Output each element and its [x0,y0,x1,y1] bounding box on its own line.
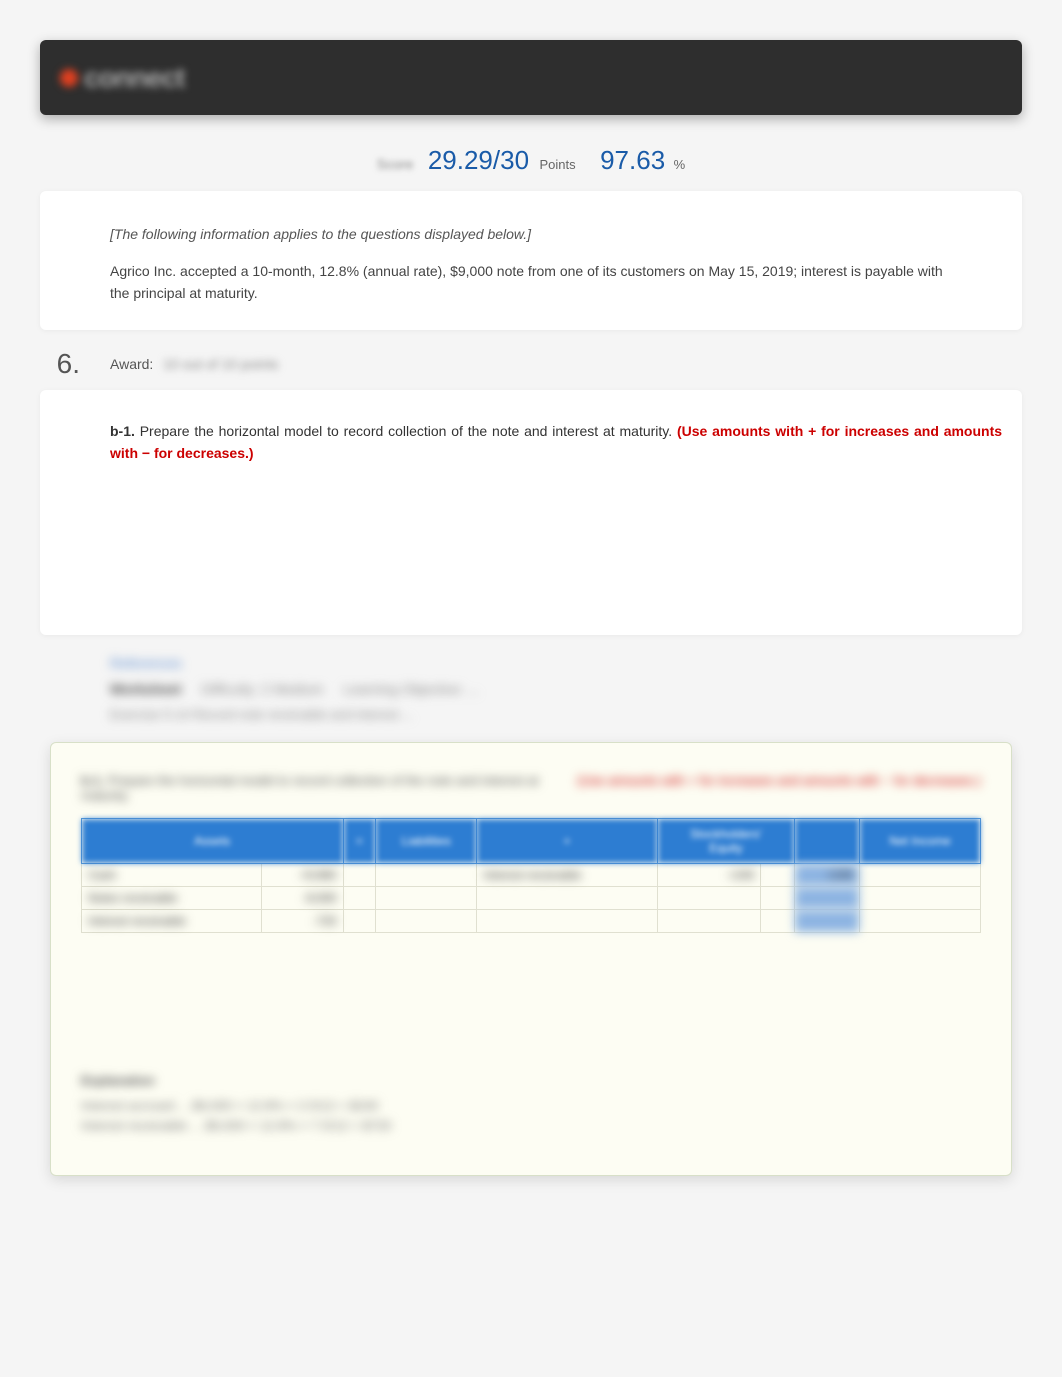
col-divider [795,818,860,864]
question-header-row: 6. Award: 10 out of 10 points [40,348,1022,380]
question-part: b-1. [110,423,135,439]
scenario-panel: [The following information applies to th… [40,191,1022,330]
references-link[interactable]: References [110,655,182,671]
answer-header: b-1. Prepare the horizontal model to rec… [81,773,981,803]
question-panel: b-1. Prepare the horizontal model to rec… [40,390,1022,635]
table-header-row: Assets = Liabilities + Stockholders' Equ… [82,818,981,864]
col-liabilities: Liabilities [376,818,477,864]
table-row: Notes receivable -9,000 [82,887,981,910]
metadata-subtitle: Exercise 5-14 Record note receivable and… [40,707,1022,722]
col-netincome: Net Income [860,818,981,864]
logo-text: connect [84,62,184,94]
col-assets: Assets [82,818,344,864]
scenario-note: [The following information applies to th… [110,226,952,242]
answer-part: b-1. [81,773,104,788]
col-eq: = [343,818,376,864]
table-row: Cash +9,960 Interest receivable +240 +24… [82,864,981,887]
col-equity: Stockholders' Equity [657,818,794,864]
col-plus: + [477,818,657,864]
answer-box: b-1. Prepare the horizontal model to rec… [50,742,1012,1177]
answer-header-hint: (Use amounts with + for increases and am… [577,773,981,803]
award-label: Award: [110,356,153,372]
percent-value: 97.63 [600,145,665,175]
score-summary: Score 29.29/30 Points 97.63 % [40,135,1022,191]
question-number: 6. [40,348,80,380]
horizontal-model-table: Assets = Liabilities + Stockholders' Equ… [81,818,981,934]
table-row: Interest receivable -720 [82,910,981,933]
question-body: Prepare the horizontal model to record c… [140,423,672,439]
logo-icon [60,69,78,87]
explanation-line: Interest accrued ... $9,000 × 12.8% × 2.… [81,1096,981,1116]
metadata-row: References [40,655,1022,671]
score-label: Score [377,156,414,172]
award: Award: 10 out of 10 points [110,348,278,380]
explanation-block: Explanation Interest accrued ... $9,000 … [81,1073,981,1135]
work-area [110,465,1002,605]
answer-header-text: Prepare the horizontal model to record c… [81,773,538,803]
blank-space [81,933,981,1053]
scenario-text: Agrico Inc. accepted a 10-month, 12.8% (… [110,260,952,305]
award-value: 10 out of 10 points [163,356,278,372]
learning-objective: Learning Objective: ... [343,681,479,697]
app-header: connect [40,40,1022,115]
explanation-title: Explanation [81,1073,981,1088]
explanation-line: Interest receivable ... $9,000 × 12.8% ×… [81,1116,981,1136]
question-text: b-1. Prepare the horizontal model to rec… [110,420,1002,465]
worksheet-label: Worksheet [110,681,181,697]
metadata-row-2: Worksheet Difficulty: 2 Medium Learning … [40,681,1022,697]
logo: connect [60,62,184,94]
difficulty-label: Difficulty: 2 Medium [201,681,323,697]
points-label: Points [540,157,576,172]
percent-symbol: % [674,157,686,172]
points-value: 29.29/30 [428,145,529,175]
